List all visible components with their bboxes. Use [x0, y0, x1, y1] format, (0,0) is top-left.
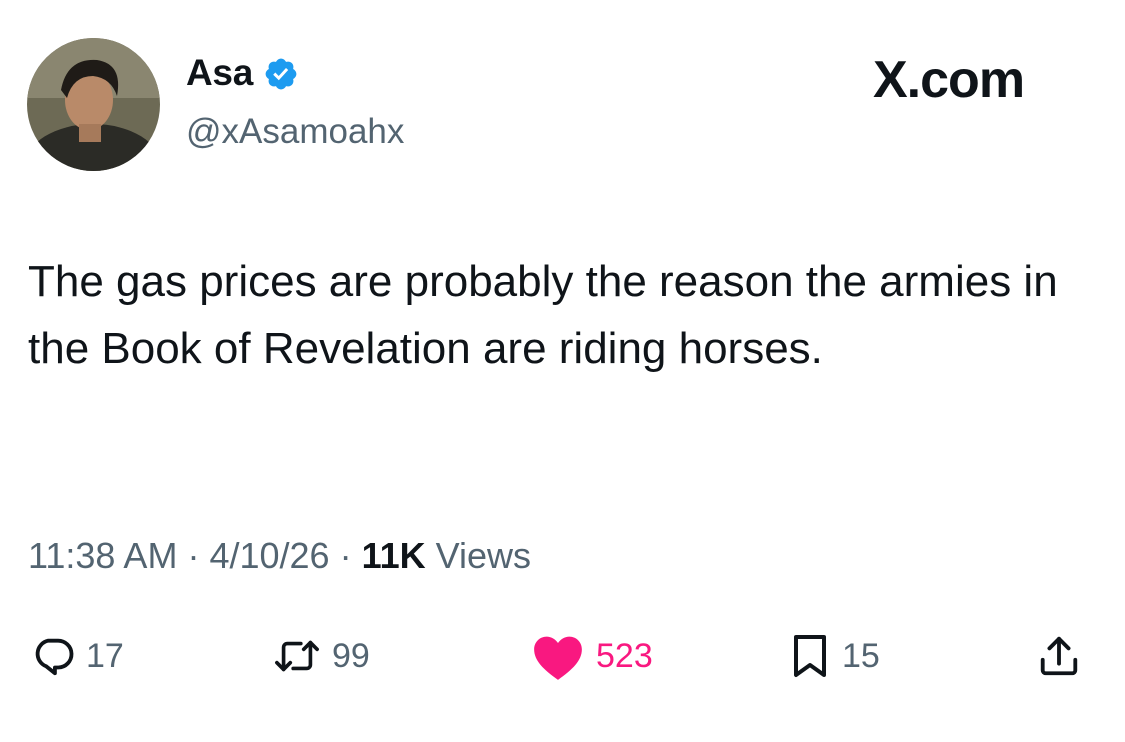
meta-separator: ·	[177, 535, 210, 576]
repost-count: 99	[332, 636, 370, 675]
share-button[interactable]	[1036, 625, 1082, 687]
tweet-date[interactable]: 4/10/26	[209, 535, 329, 576]
like-button[interactable]: 523	[530, 625, 653, 687]
action-bar: 17 99 523 15	[0, 625, 1125, 695]
like-count: 523	[596, 636, 653, 675]
verified-badge-icon	[265, 58, 297, 90]
views-label: Views	[425, 535, 532, 576]
brand-logo-text: X.com	[873, 51, 1025, 109]
tweet-time[interactable]: 11:38 AM	[28, 535, 177, 576]
tweet-meta: 11:38 AM · 4/10/26 · 11K Views	[28, 535, 531, 577]
bookmark-count: 15	[842, 636, 880, 675]
reply-count: 17	[86, 636, 124, 675]
avatar[interactable]	[27, 38, 160, 171]
views-count: 11K	[361, 535, 426, 576]
reply-icon	[35, 638, 74, 676]
tweet-text: The gas prices are probably the reason t…	[28, 257, 1058, 373]
meta-separator: ·	[329, 535, 362, 576]
user-handle[interactable]: @xAsamoahx	[186, 112, 404, 152]
share-icon	[1040, 636, 1078, 676]
reply-button[interactable]: 17	[30, 625, 124, 687]
repost-icon	[275, 640, 319, 672]
profile-photo	[27, 38, 160, 171]
bookmark-icon	[794, 635, 826, 677]
bookmark-button[interactable]: 15	[788, 625, 880, 687]
display-name[interactable]: Asa	[186, 52, 253, 94]
heart-icon	[534, 636, 582, 680]
repost-button[interactable]: 99	[272, 625, 370, 687]
